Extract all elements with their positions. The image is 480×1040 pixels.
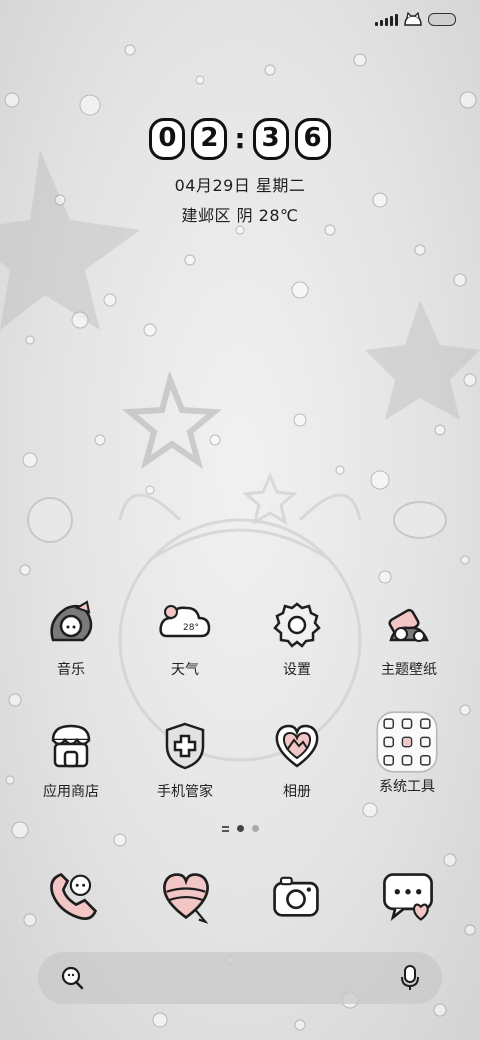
app-label: 设置 <box>283 662 311 678</box>
music-icon <box>50 600 93 642</box>
time-display: 0 2 : 3 6 <box>0 118 480 160</box>
camera-icon[interactable] <box>266 866 326 926</box>
page-dot-active <box>236 825 244 832</box>
cat-icon <box>404 12 422 26</box>
page-indicator[interactable] <box>0 825 480 832</box>
date-text: 04月29日 星期二 <box>174 176 306 195</box>
gallery-icon <box>275 724 319 768</box>
app-settings[interactable]: 设置 <box>247 596 347 679</box>
time-digit: 3 <box>252 118 289 160</box>
app-label: 相册 <box>283 784 311 800</box>
app-store-icon <box>51 724 91 768</box>
time-digit: 0 <box>149 118 186 160</box>
app-label: 手机管家 <box>157 784 213 800</box>
weather-text: 建邺区 阴 28℃ <box>181 206 299 225</box>
menu-icon <box>221 825 229 832</box>
time-digit: 6 <box>294 118 331 160</box>
time-separator: : <box>234 122 246 155</box>
contacts-icon[interactable] <box>156 866 216 926</box>
phone-manager-icon <box>165 722 205 770</box>
phone-icon[interactable] <box>44 866 104 926</box>
app-label: 主题壁纸 <box>381 662 437 678</box>
app-label: 应用商店 <box>43 784 99 800</box>
time-digit: 2 <box>191 118 228 160</box>
app-label: 音乐 <box>57 662 85 678</box>
search-icon[interactable] <box>58 964 86 992</box>
settings-icon <box>273 602 321 648</box>
battery-icon <box>428 12 456 26</box>
weather-badge: 28° <box>183 623 199 633</box>
app-label: 系统工具 <box>379 779 435 795</box>
search-bar[interactable] <box>38 952 442 1004</box>
weather-icon: 28° <box>159 605 211 638</box>
lockscreen-clock: 0 2 : 3 6 04月29日 星期二 建邺区 阴 28℃ <box>0 118 480 226</box>
messages-icon[interactable] <box>378 866 438 926</box>
status-bar <box>375 12 456 26</box>
app-gallery[interactable]: 相册 <box>247 718 347 801</box>
system-tools-icon <box>376 711 438 773</box>
theme-icon <box>388 608 429 642</box>
microphone-icon[interactable] <box>398 964 422 992</box>
app-label: 天气 <box>171 662 199 678</box>
page-dot <box>251 825 259 832</box>
app-phone-manager[interactable]: 手机管家 <box>135 718 235 801</box>
app-system-tools[interactable]: 系统工具 <box>357 710 457 796</box>
app-store[interactable]: 应用商店 <box>21 718 121 801</box>
app-theme[interactable]: 主题壁纸 <box>359 596 459 679</box>
app-weather[interactable]: 28° 天气 <box>135 596 235 679</box>
signal-icon <box>375 12 398 26</box>
app-music[interactable]: 音乐 <box>21 596 121 679</box>
